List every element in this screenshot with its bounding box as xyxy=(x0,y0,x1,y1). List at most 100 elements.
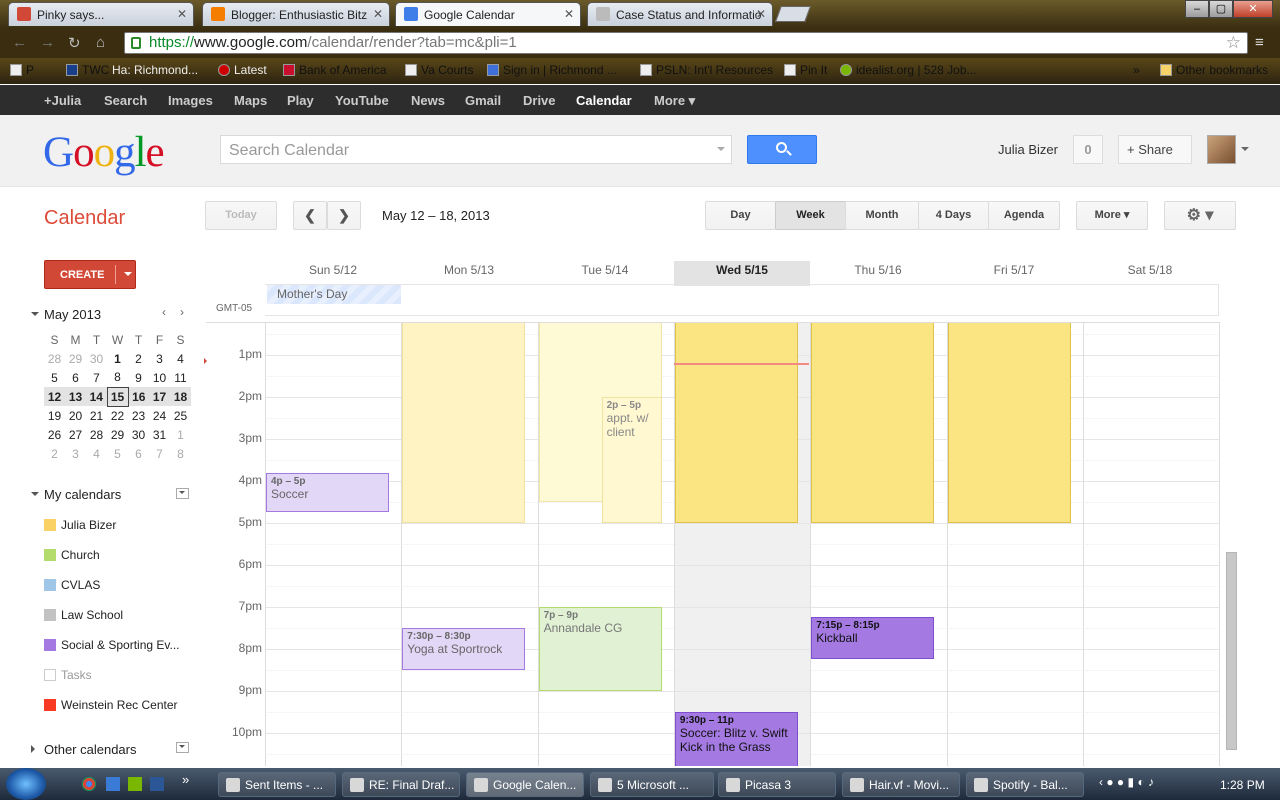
calendar-event-block[interactable] xyxy=(947,323,1071,523)
calendar-item-tasks[interactable]: Tasks xyxy=(44,668,92,682)
mini-day-today[interactable]: 15 xyxy=(106,386,129,407)
mini-day[interactable]: 20 xyxy=(65,406,86,425)
gbar-news[interactable]: News xyxy=(411,93,445,108)
bookmark-item[interactable]: Bank of America xyxy=(283,63,386,77)
mini-day[interactable]: 12 xyxy=(44,387,65,406)
minimize-button[interactable]: – xyxy=(1185,0,1209,18)
calendar-event[interactable]: 4p – 5p Soccer xyxy=(266,473,389,512)
taskbar-clock[interactable]: 1:28 PM xyxy=(1220,778,1265,792)
mini-day[interactable]: 30 xyxy=(128,425,149,444)
mini-day[interactable]: 28 xyxy=(86,425,107,444)
wrench-icon[interactable]: ≡ xyxy=(1255,34,1264,51)
next-week-button[interactable]: ❯ xyxy=(327,201,361,230)
word-quicklaunch-icon[interactable] xyxy=(106,777,120,791)
mini-day[interactable]: 23 xyxy=(128,406,149,425)
view-week-button[interactable]: Week xyxy=(775,201,846,230)
color-swatch[interactable] xyxy=(44,579,56,591)
search-button[interactable] xyxy=(747,135,817,164)
maximize-button[interactable]: ▢ xyxy=(1209,0,1233,18)
my-calendars-menu-icon[interactable] xyxy=(176,488,189,499)
mini-day[interactable]: 18 xyxy=(170,387,191,406)
day-header-sat[interactable]: Sat 5/18 xyxy=(1082,263,1218,277)
today-button[interactable]: Today xyxy=(205,201,277,230)
taskbar-item-email[interactable]: RE: Final Draf... xyxy=(342,772,460,797)
other-bookmarks[interactable]: Other bookmarks xyxy=(1160,63,1268,77)
calendar-event-block[interactable] xyxy=(811,323,935,523)
close-icon[interactable]: ✕ xyxy=(373,7,383,21)
system-tray[interactable]: ‹ ● ● ▮ ◐ ♪ xyxy=(1099,775,1154,789)
calendar-event-block[interactable] xyxy=(674,323,798,523)
reload-icon[interactable]: ↻ xyxy=(68,34,81,52)
address-bar[interactable]: https://www.google.com/calendar/render?t… xyxy=(124,32,1248,54)
gbar-more[interactable]: More ▾ xyxy=(654,93,695,109)
mini-day[interactable]: 24 xyxy=(149,406,170,425)
other-calendars-menu-icon[interactable] xyxy=(176,742,189,753)
mini-day[interactable]: 27 xyxy=(65,425,86,444)
mini-day[interactable]: 6 xyxy=(128,444,149,463)
new-tab-button[interactable] xyxy=(775,6,811,22)
mini-day[interactable]: 3 xyxy=(149,349,170,368)
calendar-item-social-sporting[interactable]: Social & Sporting Ev... xyxy=(44,638,180,652)
bookmark-item[interactable]: P xyxy=(10,63,34,77)
bookmark-item[interactable]: Sign in | Richmond ... xyxy=(487,63,617,77)
bookmarks-overflow[interactable]: » xyxy=(1133,63,1140,77)
google-logo[interactable]: Google xyxy=(43,128,165,177)
forward-icon[interactable]: → xyxy=(40,34,55,51)
day-header-thu[interactable]: Thu 5/16 xyxy=(810,263,946,277)
mini-day[interactable]: 29 xyxy=(65,349,86,368)
color-swatch[interactable] xyxy=(44,669,56,681)
calendar-item-law-school[interactable]: Law School xyxy=(44,608,123,622)
mini-day[interactable]: 29 xyxy=(107,425,128,444)
taskbar-item-picasa[interactable]: Picasa 3 xyxy=(718,772,836,797)
collapse-triangle-icon[interactable] xyxy=(31,312,39,320)
calendar-event-block[interactable] xyxy=(402,323,526,523)
grid-scrollbar[interactable] xyxy=(1226,552,1237,750)
mini-day[interactable]: 7 xyxy=(86,368,107,387)
calendar-event[interactable]: 7:15p – 8:15p Kickball xyxy=(811,617,935,659)
bookmark-item[interactable]: Latest xyxy=(218,63,267,77)
color-swatch[interactable] xyxy=(44,609,56,621)
color-swatch[interactable] xyxy=(44,699,56,711)
mini-day[interactable]: 8 xyxy=(170,444,191,463)
calendar-item-cvlas[interactable]: CVLAS xyxy=(44,578,100,592)
mini-day[interactable]: 19 xyxy=(44,406,65,425)
mini-day[interactable]: 26 xyxy=(44,425,65,444)
mini-day[interactable]: 4 xyxy=(86,444,107,463)
mini-day[interactable]: 11 xyxy=(170,368,191,387)
bookmark-item[interactable]: TWC xyxy=(66,63,109,77)
gbar-youtube[interactable]: YouTube xyxy=(335,93,389,108)
settings-gear-icon[interactable]: ⚙ ▾ xyxy=(1164,201,1236,230)
mini-day[interactable]: 10 xyxy=(149,368,170,387)
share-button[interactable]: + Share xyxy=(1118,135,1192,164)
mini-day[interactable]: 1 xyxy=(170,425,191,444)
day-header-fri[interactable]: Fri 5/17 xyxy=(946,263,1082,277)
taskbar-item-word[interactable]: 5 Microsoft ... xyxy=(590,772,714,797)
gbar-play[interactable]: Play xyxy=(287,93,314,108)
picasa-quicklaunch-icon[interactable] xyxy=(128,777,142,791)
day-header-sun[interactable]: Sun 5/12 xyxy=(265,263,401,277)
quicklaunch-overflow[interactable]: » xyxy=(182,772,189,787)
view-agenda-button[interactable]: Agenda xyxy=(988,201,1060,230)
close-icon[interactable]: ✕ xyxy=(564,7,574,21)
mini-day[interactable]: 5 xyxy=(107,444,128,463)
browser-tab-calendar[interactable]: Google Calendar ✕ xyxy=(395,2,581,26)
mini-day[interactable]: 3 xyxy=(65,444,86,463)
mini-day[interactable]: 13 xyxy=(65,387,86,406)
mini-day[interactable]: 5 xyxy=(44,368,65,387)
mini-day[interactable]: 17 xyxy=(149,387,170,406)
search-input[interactable]: Search Calendar xyxy=(220,135,732,164)
mini-prev-icon[interactable]: ‹ xyxy=(162,305,166,319)
mini-calendar-month[interactable]: May 2013 xyxy=(44,307,101,322)
calendar-event[interactable]: 7p – 9p Annandale CG xyxy=(538,606,662,691)
expand-triangle-icon[interactable] xyxy=(31,745,39,753)
mini-next-icon[interactable]: › xyxy=(180,305,184,319)
collapse-triangle-icon[interactable] xyxy=(31,492,39,500)
more-button[interactable]: More ▾ xyxy=(1076,201,1148,230)
mini-day[interactable]: 14 xyxy=(86,387,107,406)
calendar-event[interactable]: 9:30p – 11p Soccer: Blitz v. Swift Kick i… xyxy=(674,711,798,766)
gbar-drive[interactable]: Drive xyxy=(523,93,556,108)
calendar-event[interactable]: 7:30p – 8:30p Yoga at Sportrock xyxy=(402,627,526,670)
mini-day[interactable]: 21 xyxy=(86,406,107,425)
color-swatch[interactable] xyxy=(44,549,56,561)
mini-day[interactable]: 28 xyxy=(44,349,65,368)
